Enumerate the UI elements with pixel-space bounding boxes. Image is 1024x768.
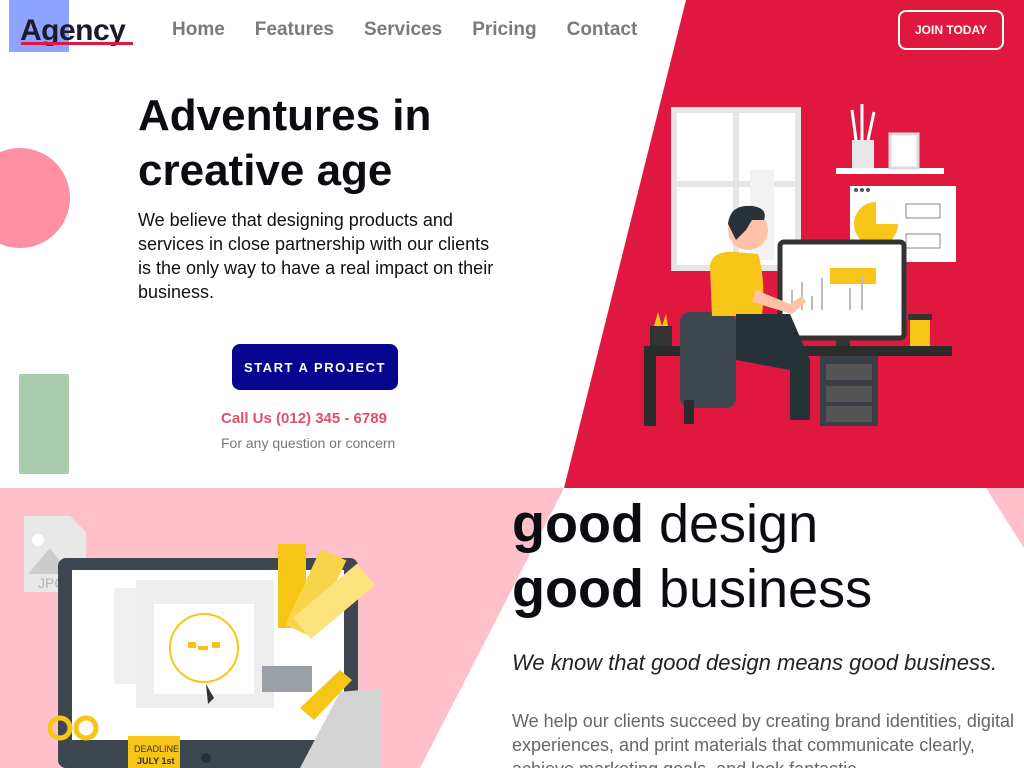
hero-title: Adventures in creative age [138,88,538,198]
join-today-button[interactable]: JOIN TODAY [898,10,1004,50]
logo-underline [21,42,133,45]
tagline: We know that good design means good busi… [512,650,998,675]
hero-title-line2: creative age [138,146,393,195]
call-subtext: For any question or concern [221,435,396,451]
sticky-note-label-2: JULY 1st [137,756,175,766]
nav-contact[interactable]: Contact [567,19,638,41]
main-nav: Home Features Services Pricing Contact [172,19,637,41]
hero-title-line1: Adventures in [138,91,432,140]
headline-business: business [658,559,873,619]
headline-good-2: good [512,559,644,619]
services-description: We help our clients succeed by creating … [512,711,1014,768]
nav-features[interactable]: Features [255,19,334,41]
nav-home[interactable]: Home [172,19,225,41]
start-project-button[interactable]: START A PROJECT [232,344,398,390]
decorative-rectangle [19,374,69,474]
sticky-note-label-1: DEADLINE [134,744,179,754]
nav-services[interactable]: Services [364,19,442,41]
headline-good-design: good design [512,492,818,556]
headline-good-1: good [512,494,644,554]
headline-good-business: good business [512,557,872,621]
nav-pricing[interactable]: Pricing [472,19,536,41]
call-us-link[interactable]: Call Us (012) 345 - 6789 [221,410,387,427]
design-workspace-illustration: JPG DEADLINE JULY 1st [24,516,382,768]
hero-description: We believe that designing products and s… [138,210,494,302]
developer-desk-illustration [644,104,956,426]
headline-design: design [658,494,819,554]
